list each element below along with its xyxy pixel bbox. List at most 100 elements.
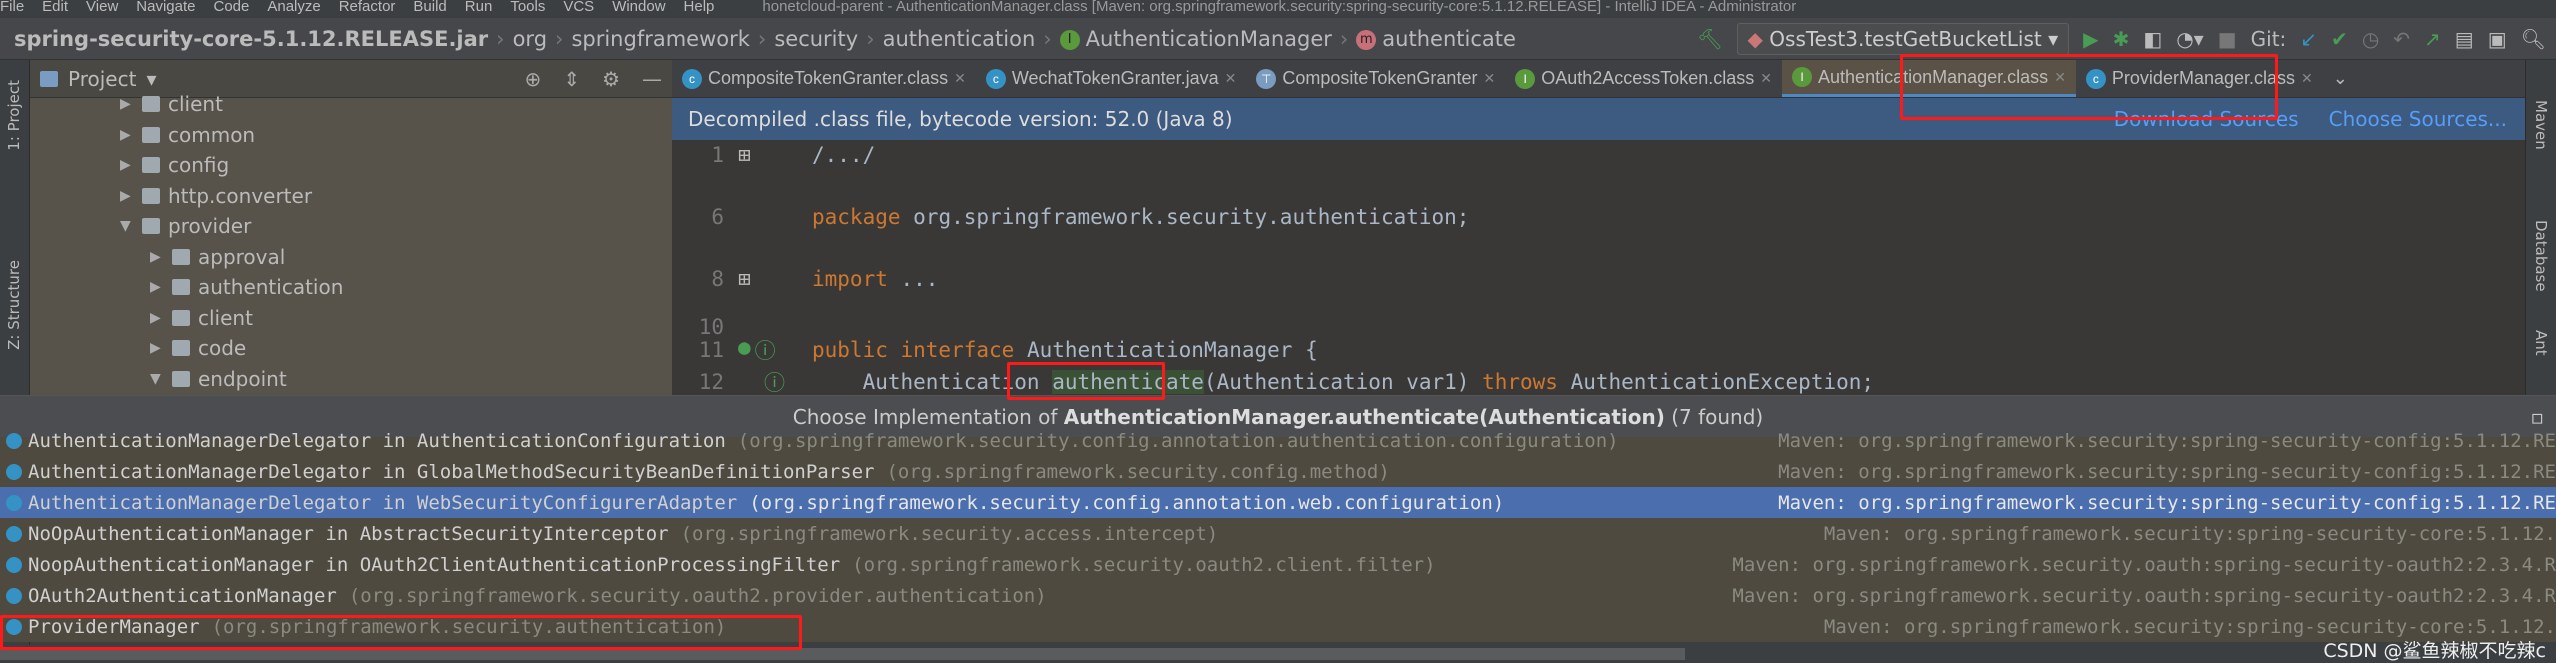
database-tool-tab[interactable]: Database bbox=[2532, 220, 2550, 292]
close-icon[interactable]: ✕ bbox=[954, 70, 966, 87]
close-icon[interactable]: ✕ bbox=[1225, 70, 1237, 87]
chevron-right-icon[interactable]: ▶ bbox=[150, 310, 164, 326]
tree-item-label: client bbox=[168, 92, 223, 116]
tree-folder-provider[interactable]: ▼ provider bbox=[120, 214, 251, 238]
hide-icon[interactable]: — bbox=[642, 67, 662, 91]
implementation-library: Maven: org.springframework.security.oaut… bbox=[1732, 584, 2556, 607]
menu-help[interactable]: Help bbox=[684, 0, 715, 15]
menu-edit[interactable]: Edit bbox=[42, 0, 68, 15]
implementation-list: AuthenticationManagerDelegator in Authen… bbox=[0, 430, 2556, 642]
chevron-down-icon[interactable]: ▼ bbox=[150, 371, 164, 387]
menu-build[interactable]: Build bbox=[413, 0, 446, 15]
config-icon: ◆ bbox=[1747, 27, 1770, 51]
tree-folder-code[interactable]: ▶ code bbox=[150, 336, 246, 360]
debug-icon[interactable]: ✱ bbox=[2113, 27, 2130, 51]
maven-tool-tab[interactable]: Maven bbox=[2532, 100, 2550, 150]
gear-icon[interactable]: ⚙ bbox=[602, 67, 620, 91]
menu-navigate[interactable]: Navigate bbox=[136, 0, 195, 15]
menu-analyze[interactable]: Analyze bbox=[267, 0, 320, 15]
tab-oauth2accesstoken-class[interactable]: I OAuth2AccessToken.class ✕ bbox=[1505, 60, 1782, 97]
chevron-right-icon[interactable]: ▶ bbox=[150, 249, 164, 265]
implementation-item[interactable]: AuthenticationManagerDelegator in Global… bbox=[0, 456, 2556, 487]
tree-folder-client[interactable]: ▶ client bbox=[150, 306, 253, 330]
project-tool-tab[interactable]: 1: Project bbox=[5, 80, 23, 151]
profile-icon[interactable]: ◔▾ bbox=[2176, 27, 2204, 51]
chevron-right-icon[interactable]: ▶ bbox=[120, 188, 134, 204]
tree-folder-approval[interactable]: ▶ approval bbox=[150, 245, 285, 269]
run-window-icon[interactable]: ▣ bbox=[2488, 27, 2507, 51]
close-icon[interactable]: ✕ bbox=[1760, 70, 1772, 87]
watermark: CSDN @鲨鱼辣椒不吃辣c bbox=[2323, 640, 2546, 662]
class-icon: c bbox=[682, 68, 702, 89]
tab-wechattokengranter-java[interactable]: c WechatTokenGranter.java ✕ bbox=[976, 60, 1247, 97]
breadcrumb-jar[interactable]: spring-security-core-5.1.12.RELEASE.jar bbox=[0, 27, 496, 51]
tree-item-label: authentication bbox=[198, 275, 344, 299]
main-toolbar: 🔨︎ ◆ OssTest3.testGetBucketList ▾ ▶ ✱ ◧ … bbox=[1697, 22, 2546, 56]
close-icon[interactable]: ✕ bbox=[1483, 70, 1495, 87]
menu-refactor[interactable]: Refactor bbox=[339, 0, 396, 15]
chevron-right-icon[interactable]: ▶ bbox=[120, 157, 134, 173]
folder-icon bbox=[172, 370, 190, 387]
folder-icon bbox=[142, 126, 160, 143]
method-icon: m bbox=[1356, 29, 1377, 50]
menu-file[interactable]: File bbox=[0, 0, 24, 15]
chevron-right-icon[interactable]: ▶ bbox=[120, 96, 134, 112]
locate-icon[interactable]: ⊕ bbox=[525, 67, 542, 91]
interface-gutter-icon[interactable]: ⓘ bbox=[755, 335, 776, 365]
breadcrumb-org[interactable]: org bbox=[505, 27, 555, 51]
git-commit-icon[interactable]: ✔ bbox=[2331, 27, 2348, 51]
chevron-right-icon[interactable]: ▶ bbox=[120, 127, 134, 143]
tab-compositetokengranter[interactable]: ⊤ CompositeTokenGranter ✕ bbox=[1246, 60, 1505, 97]
menu-code[interactable]: Code bbox=[213, 0, 249, 15]
breadcrumb-security[interactable]: security bbox=[766, 27, 866, 51]
ant-tool-tab[interactable]: Ant bbox=[2532, 330, 2550, 356]
git-rollback-icon[interactable]: ↶ bbox=[2393, 27, 2410, 51]
structure-tool-tab[interactable]: Z: Structure bbox=[5, 260, 23, 350]
code-editor[interactable]: 1 ⊞/.../ 6 package org.springframework.sec… bbox=[672, 140, 2525, 395]
menu-window[interactable]: Window bbox=[612, 0, 665, 15]
close-icon[interactable]: ✕ bbox=[2301, 70, 2313, 87]
implementation-item[interactable]: NoOpAuthenticationManager in AbstractSec… bbox=[0, 518, 2556, 549]
breadcrumb-authentication[interactable]: authentication bbox=[875, 27, 1044, 51]
breadcrumb-method[interactable]: m authenticate bbox=[1348, 27, 1524, 51]
implementation-item[interactable]: OAuth2AuthenticationManager (org.springfr… bbox=[0, 580, 2556, 611]
coverage-icon[interactable]: ◧ bbox=[2143, 27, 2162, 51]
implementation-item[interactable]: NoopAuthenticationManager in OAuth2Clien… bbox=[0, 549, 2556, 580]
stop-icon[interactable]: ■ bbox=[2218, 27, 2237, 51]
tree-folder-authentication[interactable]: ▶ authentication bbox=[150, 275, 343, 299]
tab-compositetokengranter-class[interactable]: c CompositeTokenGranter.class ✕ bbox=[672, 60, 976, 97]
choose-sources-link[interactable]: Choose Sources... bbox=[2329, 107, 2507, 131]
collapse-icon[interactable]: ⇕ bbox=[563, 67, 580, 91]
run-config-dropdown[interactable]: ◆ OssTest3.testGetBucketList ▾ bbox=[1736, 23, 2070, 55]
chevron-right-icon[interactable]: ▶ bbox=[150, 279, 164, 295]
run-icon[interactable]: ▶ bbox=[2083, 27, 2098, 51]
breadcrumb-springframework[interactable]: springframework bbox=[563, 27, 757, 51]
tree-folder-http-converter[interactable]: ▶ http.converter bbox=[120, 184, 312, 208]
breadcrumb-class[interactable]: I AuthenticationManager bbox=[1052, 27, 1340, 51]
window-title: honetcloud-parent - AuthenticationManage… bbox=[762, 0, 1797, 15]
implementation-item[interactable]: AuthenticationManagerDelegator in WebSec… bbox=[0, 487, 2556, 518]
git-push-icon[interactable]: ↗ bbox=[2424, 27, 2441, 51]
build-hammer-icon[interactable]: 🔨︎ bbox=[1697, 27, 1722, 51]
implemented-gutter-icon[interactable]: ● bbox=[738, 335, 751, 365]
tree-folder-common[interactable]: ▶ common bbox=[120, 123, 255, 147]
implementation-item[interactable]: AuthenticationManagerDelegator in Authen… bbox=[0, 425, 2556, 456]
menu-view[interactable]: View bbox=[86, 0, 118, 15]
implementation-name: AuthenticationManagerDelegator in WebSec… bbox=[28, 491, 738, 514]
implemented-method-gutter-icon[interactable]: ⓘ bbox=[764, 367, 785, 397]
menu-vcs[interactable]: VCS bbox=[563, 0, 594, 15]
tree-folder-endpoint[interactable]: ▼ endpoint bbox=[150, 367, 287, 391]
structure-icon: ⊤ bbox=[1256, 68, 1277, 89]
project-structure-icon[interactable]: ▤ bbox=[2455, 27, 2474, 51]
git-history-icon[interactable]: ◷ bbox=[2362, 27, 2379, 51]
chevron-down-icon[interactable]: ▼ bbox=[120, 218, 134, 234]
tree-folder-client[interactable]: ▶ client bbox=[120, 92, 223, 116]
chevron-right-icon[interactable]: ▶ bbox=[150, 340, 164, 356]
git-update-icon[interactable]: ↙ bbox=[2300, 27, 2317, 51]
menu-run[interactable]: Run bbox=[465, 0, 493, 15]
project-view-selector[interactable]: Project bbox=[68, 67, 136, 91]
search-icon[interactable]: 🔍︎ bbox=[2521, 27, 2546, 51]
menu-tools[interactable]: Tools bbox=[510, 0, 545, 15]
tree-folder-config[interactable]: ▶ config bbox=[120, 153, 229, 177]
tabs-overflow-icon[interactable]: ⌄ bbox=[2323, 60, 2358, 97]
